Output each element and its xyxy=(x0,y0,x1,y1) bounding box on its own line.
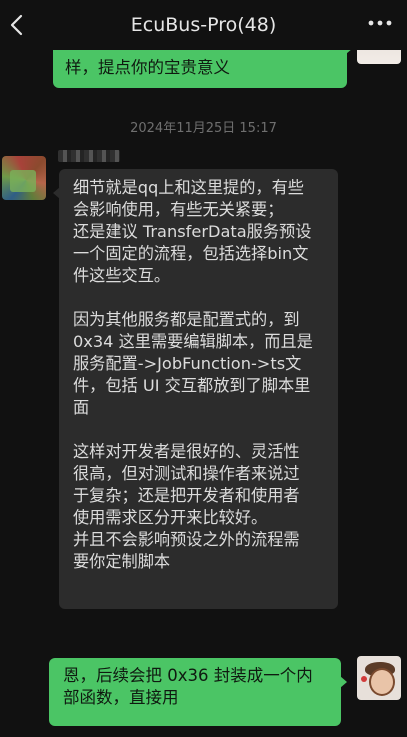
chat-title: EcuBus-Pro(48) xyxy=(130,14,277,36)
message-timestamp: 2024年11月25日 15:17 xyxy=(130,121,277,136)
message-paragraph: 这样对开发者是很好的、灵活性 很高，但对测试和操作者来说过 于复杂；还是把开发者… xyxy=(73,442,300,571)
sender-name-blurred xyxy=(58,150,120,162)
message-text: 样，提点你的宝贵意义 xyxy=(65,58,230,77)
more-dots-icon[interactable] xyxy=(367,18,393,28)
chat-header: EcuBus-Pro(48) xyxy=(0,0,407,50)
my-message-bubble[interactable]: 恩，后续会把 0x36 封装成一个内 部函数，直接用 xyxy=(49,658,347,726)
message-paragraph: 细节就是qq上和这里提的，有些 会影响使用，有些无关紧要； 还是建议 Trans… xyxy=(73,178,312,285)
avatar-face xyxy=(369,668,395,696)
avatar-decoration xyxy=(361,676,367,682)
peer-message-bubble[interactable]: 细节就是qq上和这里提的，有些 会影响使用，有些无关紧要； 还是建议 Trans… xyxy=(53,169,338,609)
message-paragraph: 因为其他服务都是配置式的，到 0x34 这里需要编辑脚本，而且是 服务配置->J… xyxy=(73,310,313,417)
peer-avatar[interactable] xyxy=(2,156,46,200)
my-avatar[interactable] xyxy=(357,656,401,700)
